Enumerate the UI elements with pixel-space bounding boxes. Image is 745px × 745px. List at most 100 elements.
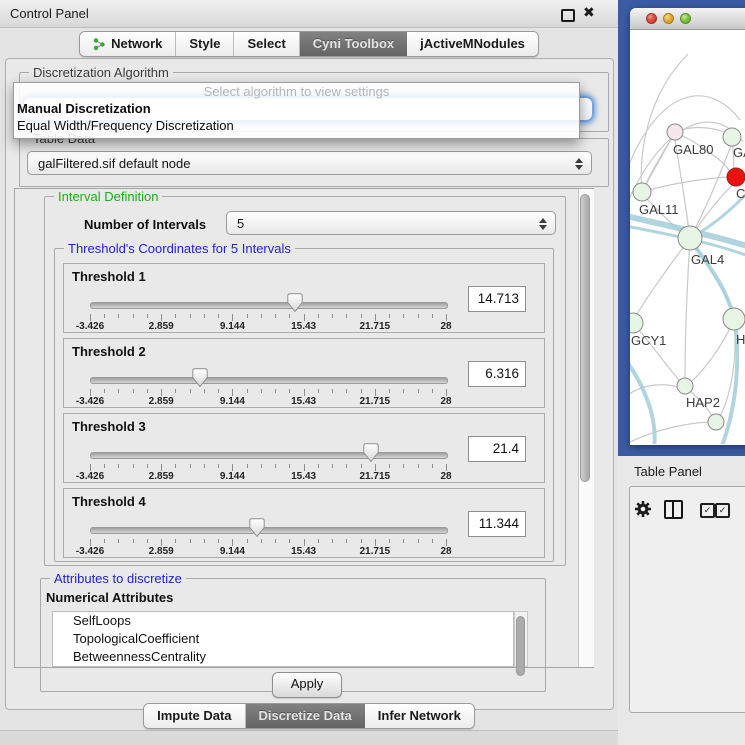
tick-mark — [90, 464, 91, 471]
network-node-h[interactable] — [723, 308, 745, 330]
table-data-combobox[interactable]: galFiltered.sif default node — [27, 151, 592, 175]
dropdown-hint-option[interactable]: Select algorithm to view settings — [14, 83, 579, 100]
tick-mark — [403, 539, 404, 543]
top-tab-bar: NetworkStyleSelectCyni ToolboxjActiveMNo… — [0, 31, 618, 57]
network-node-gal4[interactable] — [678, 226, 702, 250]
tick-mark — [418, 389, 419, 393]
threshold-label: Threshold 3 — [72, 419, 146, 434]
tick-mark — [232, 314, 233, 321]
network-node[interactable] — [708, 414, 724, 430]
network-window-titlebar[interactable] — [630, 8, 745, 30]
select-columns-icon[interactable]: ✓ — [700, 503, 715, 518]
tick-mark — [175, 314, 176, 318]
tick-mark — [403, 314, 404, 318]
status-strip — [0, 730, 618, 745]
group-title-algorithm: Discretization Algorithm — [29, 65, 173, 80]
zoom-traffic-light-icon[interactable] — [680, 13, 691, 24]
slider-track[interactable] — [90, 377, 448, 384]
tick-label: 28 — [416, 321, 476, 332]
attributes-list-scrollbar-thumb[interactable] — [516, 616, 525, 676]
tab-network[interactable]: Network — [80, 32, 176, 56]
numerical-attributes-list[interactable]: SelfLoopsTopologicalCoefficientBetweenne… — [52, 611, 514, 667]
network-edge[interactable] — [641, 54, 688, 192]
network-node-gal11[interactable] — [633, 183, 651, 201]
tick-mark — [175, 464, 176, 468]
slider-thumb[interactable] — [287, 293, 303, 313]
tick-mark — [375, 539, 376, 546]
tab-jactivemnodules[interactable]: jActiveMNodules — [407, 32, 538, 56]
tick-mark — [161, 314, 162, 321]
gear-icon[interactable] — [634, 500, 652, 518]
dropdown-option-manual[interactable]: Manual Discretization — [14, 100, 579, 117]
network-node-gcy1[interactable] — [630, 313, 643, 333]
network-node-label: GAL4 — [691, 252, 724, 267]
network-edge[interactable] — [646, 132, 675, 185]
group-title-interval: Interval Definition — [54, 189, 162, 204]
tick-label: 15.43 — [274, 321, 334, 332]
network-node-label: HAP2 — [686, 395, 720, 410]
algorithm-dropdown-popup: Select algorithm to view settings Manual… — [13, 82, 580, 139]
network-edge[interactable] — [630, 422, 709, 444]
tab-impute-data[interactable]: Impute Data — [144, 704, 245, 728]
vertical-scrollbar-thumb[interactable] — [580, 194, 590, 482]
select-all-icon[interactable]: ✓ — [715, 503, 730, 518]
network-edge[interactable] — [633, 323, 679, 380]
tick-mark — [261, 314, 262, 318]
tick-mark — [275, 314, 276, 318]
attribute-list-item[interactable]: BetweennessCentrality — [53, 648, 513, 666]
threshold-value-field[interactable]: 11.344 — [468, 511, 526, 537]
network-node-gal80[interactable] — [667, 124, 683, 140]
network-node-label: H — [736, 332, 745, 347]
minimize-traffic-light-icon[interactable] — [663, 13, 674, 24]
slider-track[interactable] — [90, 527, 448, 534]
slider-thumb[interactable] — [249, 518, 265, 538]
tab-infer-network[interactable]: Infer Network — [365, 704, 474, 728]
split-view-icon[interactable] — [664, 500, 683, 519]
network-edge-thick[interactable] — [630, 360, 655, 444]
tick-mark — [446, 314, 447, 321]
network-node-ga[interactable] — [723, 128, 741, 146]
network-node-c[interactable] — [727, 168, 745, 186]
tick-mark — [289, 464, 290, 468]
threshold-value-field[interactable]: 6.316 — [468, 361, 526, 387]
attribute-list-item[interactable]: SelfLoops — [53, 612, 513, 630]
slider-track[interactable] — [90, 302, 448, 309]
num-intervals-combobox[interactable]: 5 — [226, 211, 556, 235]
tick-label: -3.426 — [60, 546, 120, 557]
attribute-list-item[interactable]: TopologicalCoefficient — [53, 630, 513, 648]
threshold-value-field[interactable]: 21.4 — [468, 436, 526, 462]
tick-mark — [175, 539, 176, 543]
combo-stepper-icon — [574, 156, 583, 172]
network-canvas[interactable]: GAL80GACGAL11GAL4GCY1HHAP2 — [630, 30, 745, 444]
tick-mark — [204, 389, 205, 393]
close-icon[interactable]: ✖ — [583, 4, 595, 21]
network-edge[interactable] — [685, 238, 690, 378]
slider-thumb[interactable] — [192, 368, 208, 388]
tab-select[interactable]: Select — [234, 32, 299, 56]
tab-discretize-data[interactable]: Discretize Data — [246, 704, 365, 728]
tab-style[interactable]: Style — [176, 32, 234, 56]
tick-mark — [446, 464, 447, 471]
network-edge[interactable] — [630, 385, 678, 396]
tick-mark — [204, 464, 205, 468]
slider-track[interactable] — [90, 452, 448, 459]
network-view-window[interactable]: GAL80GACGAL11GAL4GCY1HHAP2 — [630, 8, 745, 445]
tick-mark — [361, 314, 362, 318]
tick-mark — [247, 539, 248, 543]
close-traffic-light-icon[interactable] — [646, 13, 657, 24]
tick-mark — [375, 314, 376, 321]
tick-mark — [133, 539, 134, 543]
network-node-hap2[interactable] — [677, 378, 693, 394]
dropdown-option-equal-width[interactable]: Equal Width/Frequency Discretization — [14, 117, 579, 134]
slider-thumb[interactable] — [363, 443, 379, 463]
network-edge[interactable] — [636, 238, 690, 316]
threshold-value-field[interactable]: 14.713 — [468, 286, 526, 312]
tick-label: 28 — [416, 396, 476, 407]
apply-button[interactable]: Apply — [272, 672, 342, 698]
float-window-icon[interactable] — [561, 9, 575, 22]
tick-mark — [118, 464, 119, 468]
tick-label: 21.715 — [345, 396, 405, 407]
network-node-label: GAL80 — [673, 142, 713, 157]
tick-mark — [133, 389, 134, 393]
tab-cyni-toolbox[interactable]: Cyni Toolbox — [300, 32, 407, 56]
